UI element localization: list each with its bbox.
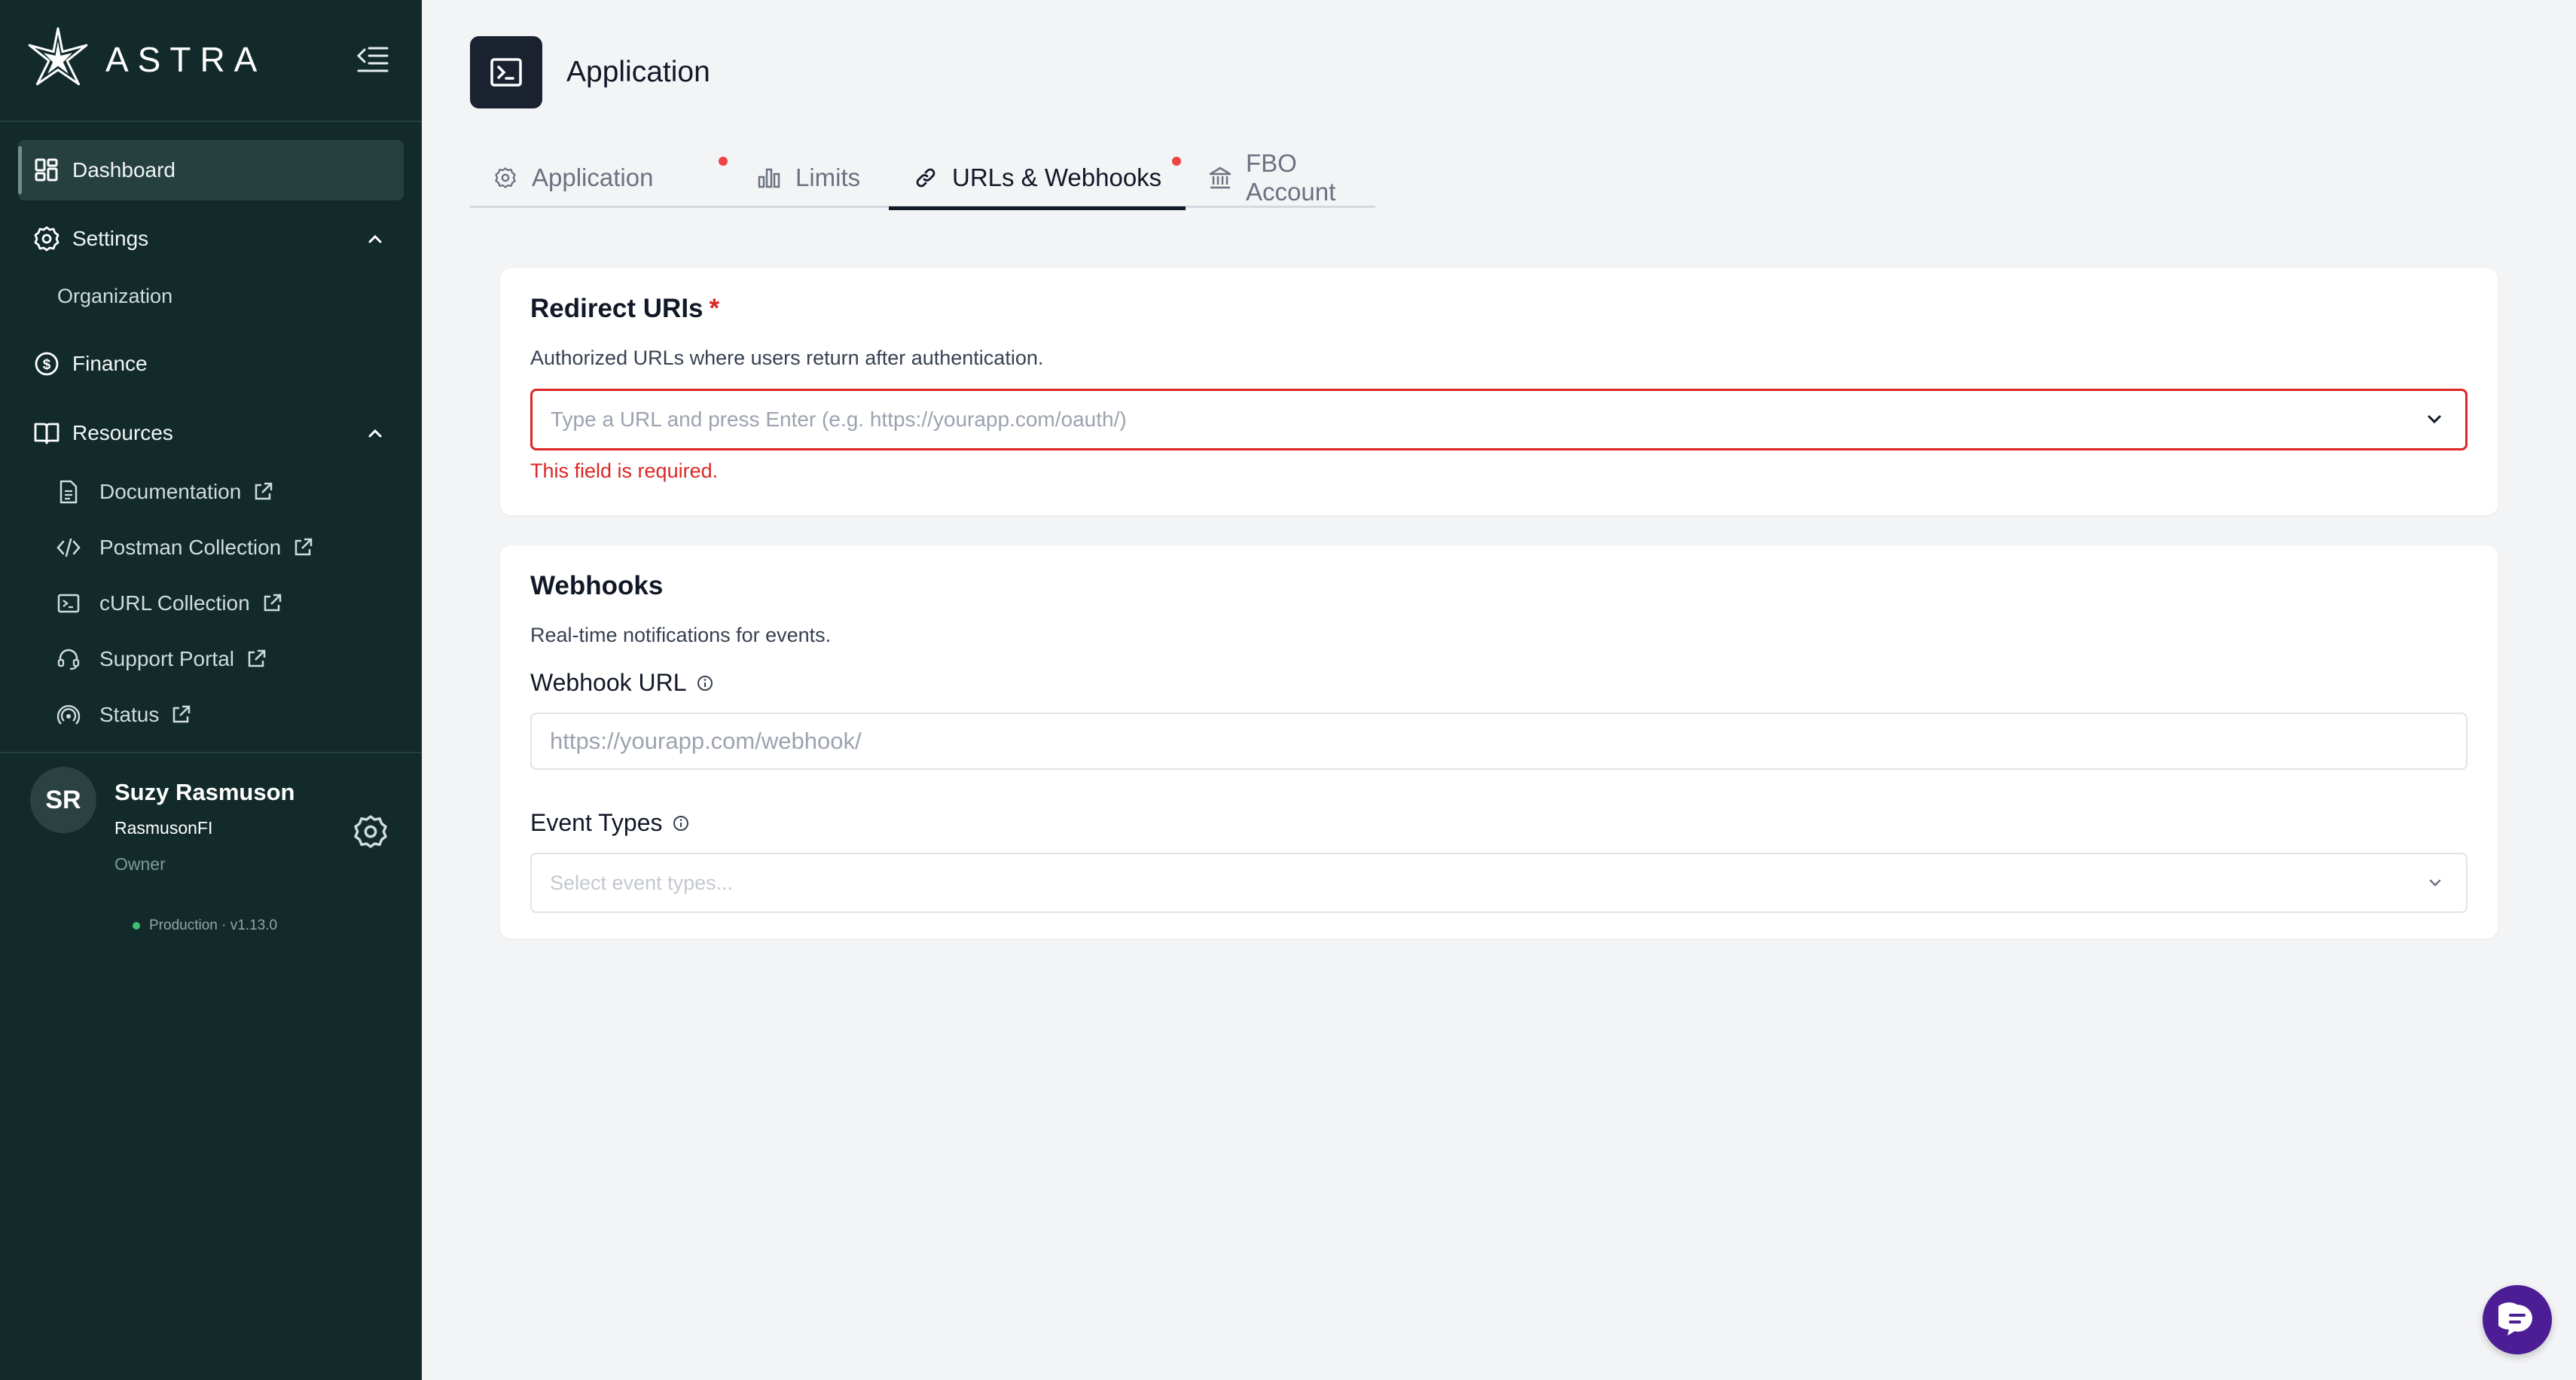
tab-bar: Application Limits URLs & Webhooks FBO A… (470, 148, 1375, 210)
sidebar-item-dashboard[interactable]: Dashboard (18, 140, 404, 200)
tab-alert-dot (719, 157, 728, 166)
tab-label: Application (532, 163, 654, 191)
sidebar-item-label: Resources (72, 421, 173, 444)
dollar-circle-icon: $ (33, 350, 60, 377)
info-icon[interactable] (672, 814, 690, 832)
external-link-icon (295, 538, 313, 556)
star-logo-icon (28, 27, 88, 86)
chevron-down-icon[interactable] (2423, 408, 2446, 431)
field-label-text: Webhook URL (530, 669, 687, 696)
resource-link-status[interactable]: Status (56, 696, 192, 734)
external-link-icon (255, 482, 273, 500)
bank-icon (1208, 165, 1232, 191)
sidebar-divider (0, 121, 422, 122)
event-types-label: Event Types (530, 809, 690, 837)
webhooks-title: Webhooks (530, 571, 664, 600)
code-icon (56, 535, 81, 560)
section-title-text: Redirect URIs (530, 294, 704, 323)
headset-icon (56, 646, 81, 672)
main-content: Application Application Limits URLs & We… (422, 0, 2576, 1380)
info-icon[interactable] (696, 674, 714, 692)
brand-logo[interactable]: ASTRA (26, 27, 266, 92)
bar-chart-icon (756, 165, 782, 191)
status-dot (133, 922, 140, 930)
event-types-placeholder: Select event types... (550, 871, 734, 894)
chevron-up-icon[interactable] (365, 423, 386, 444)
redirect-uri-placeholder: Type a URL and press Enter (e.g. https:/… (551, 408, 1127, 431)
event-types-select[interactable]: Select event types... (530, 853, 2468, 913)
external-link-icon (173, 705, 191, 723)
redirect-uri-error: This field is required. (530, 459, 719, 482)
signal-icon (56, 702, 81, 728)
chat-bubble-icon (2498, 1302, 2532, 1336)
resource-link-label: Status (99, 703, 160, 726)
resource-link-postman[interactable]: Postman Collection (56, 529, 314, 566)
sidebar-item-label: Organization (57, 285, 173, 307)
webhook-url-label: Webhook URL (530, 669, 714, 697)
book-icon (33, 420, 60, 447)
svg-text:$: $ (43, 357, 51, 373)
webhooks-description: Real-time notifications for events. (530, 624, 832, 646)
external-link-icon (264, 594, 281, 612)
chat-support-button[interactable] (2483, 1285, 2552, 1354)
brand-name: ASTRA (105, 40, 267, 79)
tab-application[interactable]: Application (493, 148, 653, 208)
resource-link-support[interactable]: Support Portal (56, 640, 267, 678)
sidebar-item-label: Settings (72, 227, 149, 250)
sidebar-item-finance[interactable]: $ Finance (18, 334, 404, 394)
document-icon (56, 479, 81, 505)
webhooks-card: Webhooks Real-time notifications for eve… (500, 545, 2498, 939)
sidebar: ASTRA Dashboard Settings Organization $ … (0, 0, 422, 1380)
redirect-uris-title: Redirect URIs * (530, 294, 719, 324)
redirect-uris-description: Authorized URLs where users return after… (530, 347, 1044, 369)
external-link-icon (248, 649, 266, 667)
user-role: Owner (114, 854, 166, 874)
resource-link-label: Support Portal (99, 647, 234, 670)
resource-link-documentation[interactable]: Documentation (56, 473, 274, 511)
field-label-text: Event Types (530, 809, 663, 836)
sidebar-item-resources[interactable]: Resources (18, 403, 404, 463)
user-settings-gear-icon[interactable] (353, 814, 389, 850)
gear-icon (493, 165, 518, 191)
tab-urls-webhooks[interactable]: URLs & Webhooks (889, 148, 1186, 210)
sidebar-item-settings[interactable]: Settings (18, 209, 404, 269)
resource-link-label: Documentation (99, 480, 242, 503)
redirect-uri-input[interactable]: Type a URL and press Enter (e.g. https:/… (530, 389, 2468, 450)
tab-label: Limits (795, 163, 861, 191)
tab-limits[interactable]: Limits (756, 148, 860, 208)
webhook-url-input[interactable]: https://yourapp.com/webhook/ (530, 713, 2468, 770)
tab-alert-dot (1172, 157, 1181, 166)
tab-label: URLs & Webhooks (952, 163, 1162, 191)
sidebar-divider (0, 752, 422, 753)
sidebar-item-label: Finance (72, 352, 148, 375)
webhook-url-placeholder: https://yourapp.com/webhook/ (550, 728, 862, 754)
chevron-up-icon[interactable] (365, 228, 386, 249)
chevron-down-icon[interactable] (2424, 872, 2446, 894)
page-title: Application (566, 56, 710, 88)
dashboard-icon (33, 157, 60, 184)
avatar[interactable]: SR (30, 767, 96, 833)
resource-link-curl[interactable]: cURL Collection (56, 585, 283, 622)
user-org: RasmusonFI (114, 818, 213, 838)
gear-icon (33, 225, 60, 252)
required-marker: * (709, 294, 720, 323)
resource-link-label: Postman Collection (99, 536, 282, 559)
sidebar-item-label: Dashboard (72, 158, 175, 182)
tab-fbo-account[interactable]: FBO Account (1208, 148, 1375, 208)
collapse-sidebar-icon[interactable] (354, 42, 392, 77)
terminal-app-icon (470, 36, 542, 108)
resource-link-label: cURL Collection (99, 591, 250, 615)
terminal-icon (56, 591, 81, 616)
link-icon (913, 165, 939, 191)
tab-label: FBO Account (1246, 149, 1336, 206)
sidebar-item-organization[interactable]: Organization (57, 285, 172, 308)
user-name: Suzy Rasmuson (114, 779, 295, 805)
redirect-uris-card: Redirect URIs * Authorized URLs where use… (500, 268, 2498, 515)
environment-status: Production · v1.13.0 (133, 917, 277, 934)
environment-label: Production · v1.13.0 (149, 917, 278, 933)
